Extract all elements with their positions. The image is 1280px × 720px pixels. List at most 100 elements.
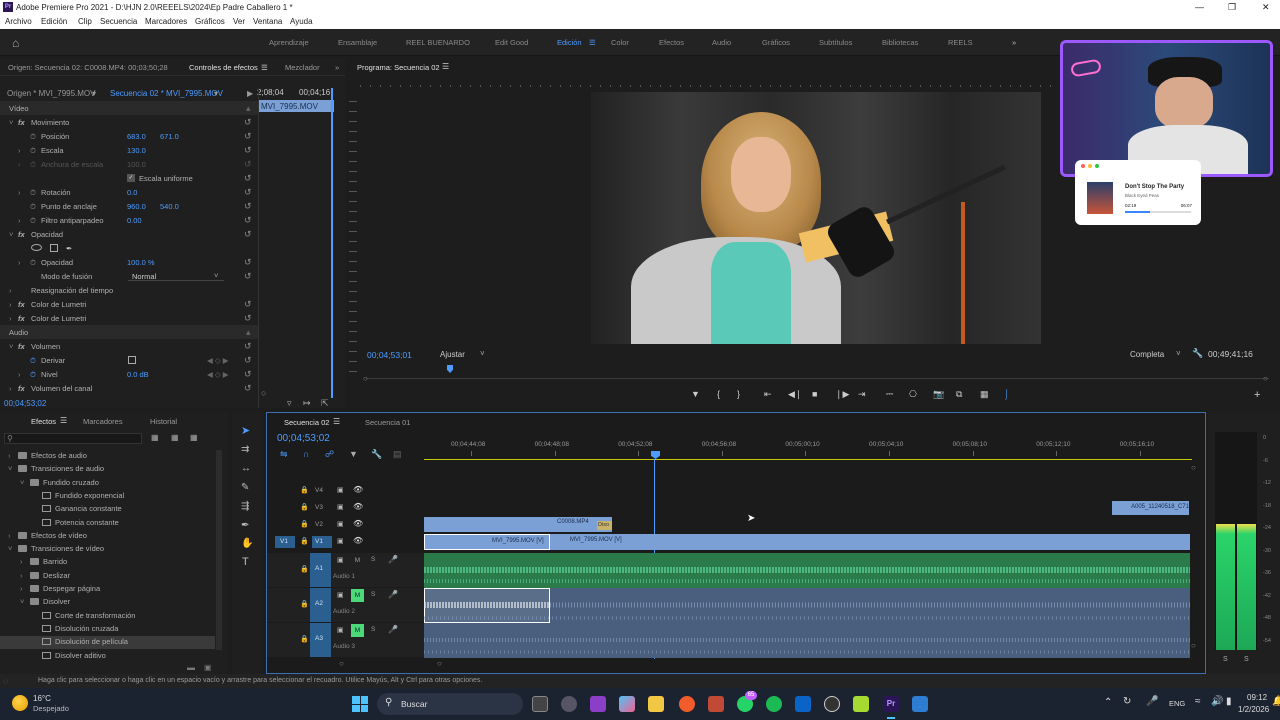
chevron-right-icon[interactable]: ›: [20, 584, 23, 593]
lift-icon[interactable]: ⎓: [886, 389, 893, 400]
reset-icon[interactable]: ↺: [244, 369, 252, 380]
menu-ventana[interactable]: Ventana: [253, 17, 282, 26]
expand-icon[interactable]: ›: [9, 314, 12, 323]
song-progress-track[interactable]: [1125, 211, 1191, 213]
fx-icon[interactable]: fx: [18, 300, 25, 309]
voiceover-mic-icon[interactable]: 🎤: [388, 555, 398, 564]
zoom-slider-handle[interactable]: ○: [261, 388, 266, 398]
source-tab[interactable]: Origen: Secuencia 02: C0008.MP4: 00;03;5…: [8, 63, 168, 72]
bypass-checkbox[interactable]: [128, 356, 136, 364]
outlook-icon[interactable]: [795, 696, 811, 712]
expand-icon[interactable]: ›: [18, 216, 21, 225]
program-timecode[interactable]: 00;04;53;01: [367, 350, 412, 360]
effects-tree-item[interactable]: › Barrido: [0, 556, 215, 569]
track-select-tool-icon[interactable]: ⇉: [241, 444, 249, 455]
settings-wrench-icon[interactable]: 🔧: [371, 449, 382, 460]
menu-archivo[interactable]: Archivo: [5, 17, 32, 26]
workspace-menu-icon[interactable]: ☰: [589, 38, 596, 47]
lock-icon[interactable]: 🔒: [300, 486, 309, 494]
go-to-out-icon[interactable]: ⇥: [858, 389, 866, 400]
fx-icon[interactable]: fx: [18, 384, 25, 393]
eye-icon[interactable]: 👁: [353, 485, 363, 494]
effects-tree-item[interactable]: ˅ Fundido cruzado: [0, 477, 215, 490]
captions-icon[interactable]: ▤: [393, 449, 402, 460]
transition-clip[interactable]: Diso: [597, 521, 612, 530]
battery-icon[interactable]: ▮: [1226, 696, 1232, 707]
timeline-timecode[interactable]: 00;04;53;02: [277, 433, 330, 444]
sync-lock-icon[interactable]: ▣: [337, 537, 344, 545]
sequence-tab-active[interactable]: Secuencia 02: [284, 418, 329, 427]
add-marker-icon[interactable]: ▼: [691, 389, 700, 399]
effects-search-input[interactable]: ⚲: [4, 433, 142, 444]
new-bin-icon[interactable]: ▬: [187, 663, 195, 672]
accelerated-effects-icon[interactable]: ▦: [151, 433, 159, 442]
menu-secuencia[interactable]: Secuencia: [100, 17, 137, 26]
stop-icon[interactable]: ■: [812, 389, 817, 399]
razor-tool-icon[interactable]: ✎: [241, 482, 249, 493]
workspace-tab[interactable]: Ensamblaje: [338, 38, 377, 47]
stopwatch-icon[interactable]: ⏱: [30, 146, 36, 156]
effects-tree-item[interactable]: ˅ Transiciones de vídeo: [0, 543, 215, 556]
expand-icon[interactable]: ›: [18, 188, 21, 197]
add-marker-icon[interactable]: ▼: [349, 449, 358, 459]
lock-icon[interactable]: 🔒: [300, 520, 309, 528]
vertical-scroll-handle[interactable]: ○: [1191, 641, 1196, 650]
reset-icon[interactable]: ↺: [244, 173, 252, 184]
panel-menu-icon[interactable]: ☰: [442, 62, 449, 71]
audio-track-label[interactable]: A2: [310, 588, 331, 622]
collapse-icon[interactable]: ▴: [246, 327, 251, 338]
pen-mask-icon[interactable]: ✒: [66, 244, 72, 253]
eye-icon[interactable]: 👁: [353, 519, 363, 528]
scale-value[interactable]: 130.0: [127, 146, 146, 155]
home-icon[interactable]: ⌂: [12, 36, 19, 50]
wrench-icon[interactable]: 🔧: [1192, 348, 1203, 359]
track-label[interactable]: V4: [312, 485, 332, 497]
clip-v1-a[interactable]: MVI_7995.MOV [V]: [424, 534, 550, 550]
clock-date[interactable]: 1/2/2026: [1238, 705, 1269, 714]
sequence-tab[interactable]: Secuencia 01: [365, 418, 410, 427]
step-back-icon[interactable]: ◀❘: [788, 389, 802, 400]
type-tool-icon[interactable]: T: [242, 556, 249, 568]
fx-icon[interactable]: fx: [18, 118, 25, 127]
zoom-scroll-end[interactable]: ○: [437, 659, 442, 668]
opacity-value[interactable]: 100.0 %: [127, 258, 155, 267]
notifications-icon[interactable]: 🔔: [1272, 696, 1280, 707]
fx-icon[interactable]: fx: [18, 230, 25, 239]
rectangle-mask-icon[interactable]: [50, 244, 58, 252]
chevron-right-icon[interactable]: ›: [8, 531, 11, 540]
play-only-audio-icon[interactable]: ↦: [303, 398, 311, 409]
reset-icon[interactable]: ↺: [244, 313, 252, 324]
expand-icon[interactable]: ›: [9, 384, 12, 393]
workspace-tab[interactable]: Audio: [712, 38, 731, 47]
reset-icon[interactable]: ↺: [244, 299, 252, 310]
32bit-effects-icon[interactable]: ▦: [171, 433, 179, 442]
workspace-tab[interactable]: REELS: [948, 38, 973, 47]
solo-button[interactable]: S: [371, 556, 375, 563]
extract-icon[interactable]: ⎔: [909, 389, 917, 400]
snap-icon[interactable]: ∩: [303, 449, 309, 459]
selection-tool-icon[interactable]: ➤: [241, 424, 250, 437]
task-view-icon[interactable]: [532, 696, 548, 712]
anchor-y-value[interactable]: 540.0: [160, 202, 179, 211]
chevron-down-icon[interactable]: ˅: [20, 597, 24, 606]
track-label[interactable]: V2: [312, 519, 332, 531]
copilot-icon[interactable]: [561, 696, 577, 712]
lock-icon[interactable]: 🔒: [300, 600, 309, 608]
app-icon[interactable]: [853, 696, 869, 712]
effects-tab[interactable]: Efectos: [31, 417, 56, 426]
chevron-up-icon[interactable]: ⌃: [1104, 697, 1112, 708]
playhead-head[interactable]: [651, 451, 660, 459]
solo-button[interactable]: S: [371, 626, 375, 633]
dropdown-arrow-icon[interactable]: ▾: [92, 89, 96, 98]
expand-icon[interactable]: ›: [18, 258, 21, 267]
filter-icon[interactable]: ▿: [287, 398, 292, 409]
clock-time[interactable]: 09:12: [1247, 693, 1267, 702]
wifi-icon[interactable]: ≈: [1195, 696, 1201, 707]
menu-marcadores[interactable]: Marcadores: [145, 17, 187, 26]
clip-v1-b[interactable]: MVI_7995.MOV [V]: [550, 534, 1190, 550]
reset-icon[interactable]: ↺: [244, 145, 252, 156]
ellipse-mask-icon[interactable]: [31, 244, 42, 251]
workspace-tab[interactable]: REEL BUENARDO: [406, 38, 470, 47]
more-workspaces-icon[interactable]: »: [1012, 38, 1016, 47]
chevron-right-icon[interactable]: ›: [20, 571, 23, 580]
